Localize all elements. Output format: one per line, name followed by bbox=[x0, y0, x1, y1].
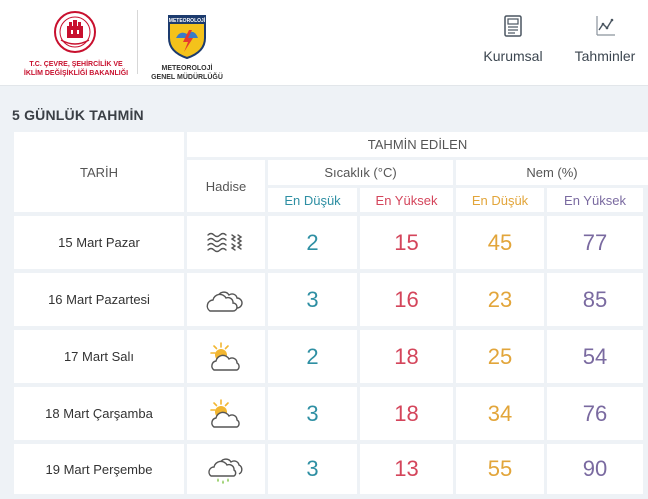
fog-icon bbox=[207, 232, 243, 252]
header-event: Hadise bbox=[187, 160, 265, 212]
mgm-caption-line1: METEOROLOJİ bbox=[161, 65, 213, 72]
row-date: 19 Mart Perşembe bbox=[14, 444, 184, 494]
row-event bbox=[187, 444, 265, 494]
header-date: TARİH bbox=[14, 132, 184, 212]
header-humidity-label: Nem (%) bbox=[526, 165, 578, 180]
temp-high-value: 13 bbox=[394, 456, 419, 481]
subheader-temp-high: En Yüksek bbox=[360, 188, 453, 212]
hum-low-cell: 45 bbox=[456, 216, 544, 269]
ministry-emblem-icon bbox=[54, 11, 96, 53]
temp-low-cell: 3 bbox=[268, 387, 357, 440]
subheader-hum-high: En Yüksek bbox=[547, 188, 643, 212]
row-event bbox=[187, 216, 265, 269]
partly-cloudy-icon bbox=[210, 398, 240, 428]
row-date-label: 17 Mart Salı bbox=[63, 349, 135, 364]
row-date-label: 19 Mart Perşembe bbox=[45, 461, 153, 477]
row-date-label: 18 Mart Çarşamba bbox=[45, 406, 153, 421]
header-predicted: TAHMİN EDİLEN bbox=[187, 132, 648, 157]
mgm-emblem-icon: METEOROLOJİ bbox=[168, 15, 206, 60]
hum-low-value: 25 bbox=[487, 343, 513, 369]
temp-high-value: 16 bbox=[394, 286, 419, 312]
row-date-label: 15 Mart Pazar bbox=[58, 235, 140, 250]
nav-tahminler-label: Tahminler bbox=[574, 48, 636, 64]
row-date: 16 Mart Pazartesi bbox=[14, 273, 184, 326]
temp-low-cell: 3 bbox=[268, 444, 357, 494]
header-temperature-label: Sıcaklık (°C) bbox=[324, 165, 397, 180]
hum-high-cell: 90 bbox=[547, 444, 643, 494]
hum-high-value: 90 bbox=[582, 456, 608, 481]
subheader-hum-high-label: En Yüksek bbox=[564, 192, 626, 208]
temp-high-cell: 16 bbox=[360, 273, 453, 326]
subheader-temp-low: En Düşük bbox=[268, 188, 357, 212]
hum-low-cell: 55 bbox=[456, 444, 544, 494]
nav-tahminler[interactable]: Tahminler bbox=[570, 14, 640, 74]
temp-low-cell: 2 bbox=[268, 330, 357, 383]
subheader-temp-high-label: En Yüksek bbox=[375, 192, 438, 208]
temp-low-value: 3 bbox=[306, 400, 319, 426]
temp-low-value: 3 bbox=[306, 456, 319, 481]
subheader-hum-low-label: En Düşük bbox=[471, 192, 529, 208]
row-event bbox=[187, 387, 265, 440]
ministry-logo[interactable]: T.C. ÇEVRE, ŞEHİRCİLİK VE İKLİM DEĞİŞİKL… bbox=[20, 6, 132, 82]
header-date-label: TARİH bbox=[79, 164, 119, 180]
rain-showers-icon bbox=[208, 458, 243, 484]
mgm-logo[interactable]: METEOROLOJİ METEOROLOJİ GENEL MÜDÜRLÜĞÜ bbox=[146, 6, 228, 82]
temp-high-cell: 18 bbox=[360, 330, 453, 383]
header-temperature: Sıcaklık (°C) bbox=[268, 160, 453, 185]
temp-low-cell: 3 bbox=[268, 273, 357, 326]
temp-low-cell: 2 bbox=[268, 216, 357, 269]
hum-high-cell: 54 bbox=[547, 330, 643, 383]
temp-high-cell: 18 bbox=[360, 387, 453, 440]
temp-low-value: 3 bbox=[306, 286, 319, 312]
temp-high-cell: 15 bbox=[360, 216, 453, 269]
hum-low-cell: 23 bbox=[456, 273, 544, 326]
hum-high-value: 77 bbox=[582, 229, 608, 255]
header-humidity: Nem (%) bbox=[456, 160, 648, 185]
temp-high-value: 18 bbox=[394, 400, 419, 426]
mgm-caption-line2: GENEL MÜDÜRLÜĞÜ bbox=[151, 74, 223, 81]
row-event bbox=[187, 273, 265, 326]
hum-high-cell: 85 bbox=[547, 273, 643, 326]
temp-low-value: 2 bbox=[306, 229, 319, 255]
ministry-caption-line1: T.C. ÇEVRE, ŞEHİRCİLİK VE bbox=[29, 61, 123, 68]
header-predicted-label: TAHMİN EDİLEN bbox=[367, 137, 468, 152]
hum-low-value: 23 bbox=[487, 286, 513, 312]
logo-divider bbox=[137, 10, 138, 74]
hum-high-cell: 77 bbox=[547, 216, 643, 269]
hum-low-cell: 25 bbox=[456, 330, 544, 383]
hum-high-value: 54 bbox=[582, 343, 608, 369]
temp-high-value: 18 bbox=[394, 343, 419, 369]
chart-icon bbox=[596, 16, 615, 36]
hum-low-value: 55 bbox=[487, 456, 513, 481]
row-date: 18 Mart Çarşamba bbox=[14, 387, 184, 440]
subheader-hum-low: En Düşük bbox=[456, 188, 544, 212]
hum-high-cell: 76 bbox=[547, 387, 643, 440]
temp-high-cell: 13 bbox=[360, 444, 453, 494]
mgm-badge-text: METEOROLOJİ bbox=[169, 17, 206, 24]
cloudy-icon bbox=[206, 290, 243, 312]
document-icon bbox=[504, 15, 522, 37]
partly-cloudy-icon bbox=[210, 341, 240, 371]
temp-high-value: 15 bbox=[394, 229, 419, 255]
subheader-temp-low-label: En Düşük bbox=[284, 192, 341, 208]
site-header: T.C. ÇEVRE, ŞEHİRCİLİK VE İKLİM DEĞİŞİKL… bbox=[0, 0, 648, 86]
hum-low-value: 34 bbox=[487, 400, 513, 426]
header-event-label: Hadise bbox=[205, 178, 247, 194]
row-date: 15 Mart Pazar bbox=[14, 216, 184, 269]
temp-low-value: 2 bbox=[306, 343, 319, 369]
nav-kurumsal[interactable]: Kurumsal bbox=[481, 14, 545, 74]
section-title: 5 GÜNLÜK TAHMİN bbox=[12, 107, 144, 123]
hum-high-value: 76 bbox=[582, 400, 608, 426]
nav-kurumsal-label: Kurumsal bbox=[483, 48, 543, 64]
ministry-caption-line2: İKLİM DEĞİŞİKLİĞİ BAKANLIĞI bbox=[23, 70, 129, 77]
row-event bbox=[187, 330, 265, 383]
hum-high-value: 85 bbox=[582, 286, 608, 312]
hum-low-value: 45 bbox=[487, 229, 513, 255]
row-date: 17 Mart Salı bbox=[14, 330, 184, 383]
hum-low-cell: 34 bbox=[456, 387, 544, 440]
row-date-label: 16 Mart Pazartesi bbox=[48, 292, 150, 307]
